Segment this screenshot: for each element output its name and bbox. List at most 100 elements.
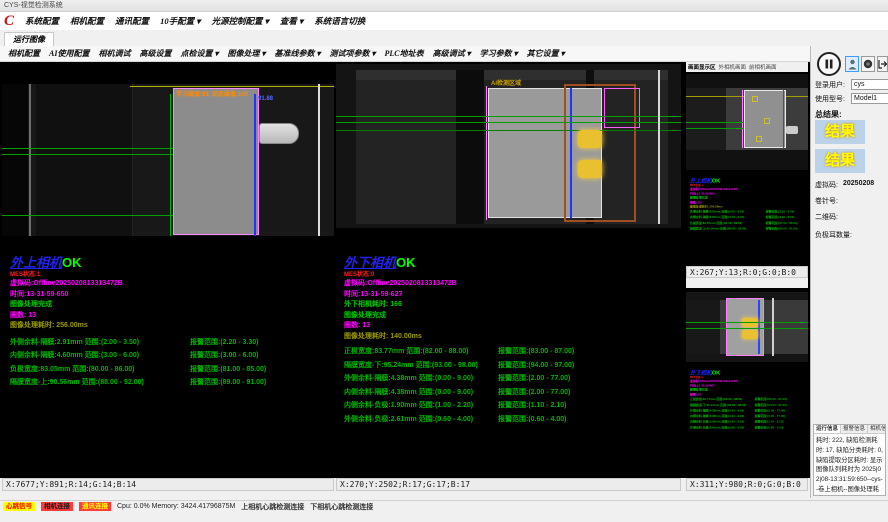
- pause-button[interactable]: [817, 52, 841, 76]
- image-graphic: [686, 128, 744, 129]
- menu-system-config[interactable]: 系统配置: [25, 15, 59, 27]
- menu-io-config[interactable]: 10手配置 ▾: [160, 15, 200, 27]
- thumbnail-bottom-view[interactable]: 外下相机OK MES状态:0 虚拟码:Offline20250208133134…: [686, 288, 808, 478]
- tool-plc-table[interactable]: PLC地址表: [385, 48, 424, 59]
- edge-line: [758, 300, 760, 354]
- status-ok-label: OK: [712, 177, 720, 183]
- right-camera-view[interactable]: AI检测区域 外下相机OK MES状态:0 虚拟码:Offline2025020…: [336, 62, 681, 478]
- thumbnail-top-view[interactable]: 外上相机OK MES状态:1 虚拟码:Offline20250208133134…: [686, 72, 808, 266]
- thumb-top-overlay: 外上相机OK MES状态:1 虚拟码:Offline20250208133134…: [690, 176, 808, 232]
- status-ok-label: OK: [396, 255, 416, 270]
- tool-spot-check[interactable]: 点检设置 ▾: [180, 48, 218, 59]
- thumb-tab-display[interactable]: 画面显示区: [688, 63, 716, 71]
- model-field[interactable]: Model1: [851, 93, 888, 104]
- info-tab-camera[interactable]: 相机信息: [868, 425, 886, 433]
- measurement-value: 隔膜宽度-下:95.24mm 范围:(93.00 - 98.00): [344, 362, 478, 369]
- thumbnail-top-image[interactable]: [686, 74, 808, 170]
- measurement-alarm: 报警范围:(2.00 - 77.00): [755, 408, 785, 412]
- run-info-box: 运行信息 报警信息 相机信息 耗时: 222, 缺陷检测耗时: 17, 缺陷分类…: [813, 424, 886, 496]
- logout-button[interactable]: [877, 56, 888, 72]
- thumb-gap: [686, 278, 808, 288]
- menu-comm-config[interactable]: 通讯配置: [115, 15, 149, 27]
- status-ok-label: OK: [712, 369, 720, 375]
- capture-time: 时间:13-31-59-627: [344, 290, 478, 301]
- tool-camera-config[interactable]: 相机配置: [8, 48, 40, 59]
- menu-light-config[interactable]: 光源控制配置 ▾: [211, 15, 268, 27]
- thumb-bottom-pixel-coordinates: X:311;Y:980;R:0;G:0;B:0: [686, 478, 808, 491]
- image-graphic: [783, 90, 784, 148]
- record-button[interactable]: [861, 56, 875, 72]
- virtual-code-label: 虚拟码:: [815, 180, 838, 190]
- measurement-value: 隔膜宽度-上:90.56mm 范围:(88.00 - 92.00): [10, 379, 144, 386]
- mes-status: MES状态:0: [344, 272, 478, 279]
- measurement-value: 内侧余料-隔膜:4.60mm 范围:(3.00 - 6.00): [690, 216, 744, 219]
- tool-other-settings[interactable]: 其它设置 ▾: [527, 48, 565, 59]
- image-graphic: [686, 88, 726, 150]
- camera-name-label: 外上相机: [10, 255, 62, 270]
- record-icon: [863, 59, 873, 69]
- login-user-field[interactable]: cys: [851, 79, 888, 90]
- operator-icon: [848, 59, 857, 70]
- image-graphic: [686, 322, 808, 323]
- electrode-tab-glow: [742, 330, 758, 339]
- measurement-alarm: 报警范围:(2.20 - 3.30): [190, 337, 258, 347]
- measurement-value: 外侧余料-隔膜:4.38mm 范围:(0.00 - 9.00): [344, 375, 473, 382]
- thumb-tab-front-camera[interactable]: 前相机画面: [749, 63, 777, 71]
- operator-button[interactable]: [845, 56, 859, 72]
- edge-line: [570, 88, 572, 218]
- tool-advanced-debug[interactable]: 高级调试 ▾: [433, 48, 471, 59]
- measurement-value: 隔膜宽度-上:90.56mm 范围:(88.00 - 92.00): [690, 227, 746, 230]
- qr-code-label: 二维码:: [815, 212, 838, 222]
- run-info-text: 耗时: 222, 缺陷检测耗时: 17, 缺陷分类耗时: 0, 缺陷提取分区耗时…: [814, 434, 885, 496]
- image-graphic: [658, 70, 660, 224]
- window-title: CYS-视觉检测系统: [4, 2, 63, 9]
- image-graphic: [336, 122, 681, 123]
- measurement-alarm: 报警范围:(2.20 - 3.30): [766, 209, 795, 213]
- menu-camera-config[interactable]: 相机配置: [70, 15, 104, 27]
- tool-camera-debug[interactable]: 相机调试: [98, 48, 130, 59]
- app-logo-icon: C: [4, 14, 14, 28]
- process-done: 图像处理完成: [344, 311, 478, 322]
- tool-learning-params[interactable]: 学习参数 ▾: [480, 48, 518, 59]
- tool-baseline-params[interactable]: 基准线参数 ▾: [274, 48, 320, 59]
- measurement-alarm: 报警范围:(89.00 - 91.00): [190, 377, 266, 387]
- electrode-tab-shape: [786, 126, 798, 134]
- left-camera-view[interactable]: 学习阈值:93, 动态阈值:100 91.88 外上相机OK MES状态:1 虚…: [2, 62, 334, 478]
- menu-view[interactable]: 查看 ▾: [280, 15, 303, 27]
- thumbnail-bottom-image[interactable]: [686, 292, 808, 362]
- threshold-annotation: 学习阈值:93, 动态阈值:100: [176, 89, 248, 98]
- image-graphic: [36, 84, 133, 236]
- menu-language-switch[interactable]: 系统语言切换: [314, 15, 365, 27]
- measurement-alarm: 报警范围:(83.00 - 87.00): [755, 397, 787, 401]
- tool-ai-config[interactable]: AI使用配置: [49, 48, 89, 59]
- process-elapsed: 图像处理耗时: 140.00ms: [344, 332, 478, 343]
- left-pixel-coordinates: X:7677;Y:891;R:14;G:14;B:14: [2, 478, 334, 491]
- info-tab-alarm[interactable]: 报警信息: [841, 425, 868, 433]
- measurement-alarm: 报警范围:(2.00 - 77.00): [755, 414, 785, 418]
- capture-time: 时间:13-31-59-650: [10, 290, 144, 301]
- process-elapsed: 图像处理耗时: 256.00ms: [10, 321, 144, 332]
- measurement-value: 外侧余料-负极:2.61mm 范围:(0.60 - 4.00): [690, 426, 744, 429]
- measurement-value: 外侧余料-隔膜:2.91mm 范围:(2.00 - 3.50): [10, 339, 139, 346]
- virtual-code: 虚拟码:Offline2025020813313472B: [10, 279, 144, 290]
- measurement-value: 负极宽度:83.05mm 范围:(80.00 - 86.00): [10, 366, 135, 373]
- right-overlay: 外下相机OK MES状态:0 虚拟码:Offline20250208133134…: [344, 252, 478, 427]
- electrode-tab-glow: [578, 130, 602, 148]
- measurement-alarm: 报警范围:(2.00 - 77.00): [498, 387, 570, 397]
- measurement-value: 正极宽度:83.77mm 范围:(82.00 - 88.00): [344, 348, 469, 355]
- tab-run-image[interactable]: 运行图像: [4, 32, 54, 47]
- logout-arrow-icon: [878, 59, 887, 69]
- tool-test-params[interactable]: 测试项参数 ▾: [330, 48, 376, 59]
- thumb-tab-outer-camera[interactable]: 外相机画面: [719, 63, 747, 71]
- image-graphic: [336, 130, 681, 131]
- tool-image-process[interactable]: 图像处理 ▾: [227, 48, 265, 59]
- loop-count: 圈数: 13: [344, 321, 478, 332]
- right-camera-image[interactable]: AI检测区域: [336, 64, 681, 228]
- roi-marker: [764, 118, 770, 124]
- result-badge-lower: 结果: [815, 149, 865, 173]
- measurement-value: 内侧余料-负极:1.90mm 范围:(1.00 - 2.20): [344, 402, 473, 409]
- info-tab-run[interactable]: 运行信息: [814, 425, 841, 433]
- measurement-value: 内侧余料-隔膜:4.60mm 范围:(3.00 - 6.00): [10, 352, 139, 359]
- tool-advanced-settings[interactable]: 高级设置: [139, 48, 171, 59]
- left-camera-image[interactable]: 学习阈值:93, 动态阈值:100 91.88: [2, 84, 334, 236]
